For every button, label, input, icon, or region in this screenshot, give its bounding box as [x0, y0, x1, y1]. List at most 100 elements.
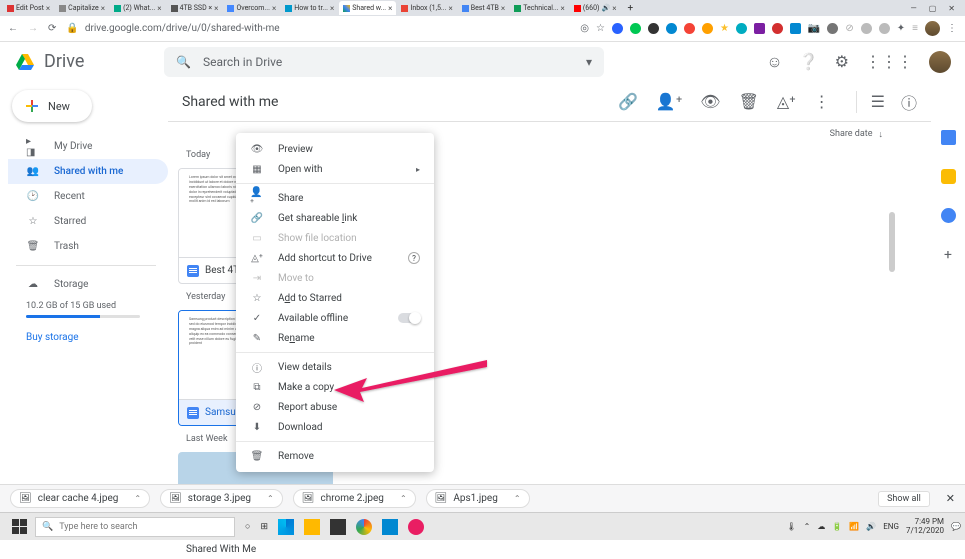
- search-input[interactable]: 🔍 Search in Drive ▾: [164, 47, 604, 77]
- sidebar-item-mydrive[interactable]: ▸ ◨My Drive: [8, 134, 168, 159]
- scrollbar[interactable]: [889, 212, 895, 272]
- ext-icon[interactable]: ⊘: [845, 23, 853, 34]
- offline-toggle[interactable]: [398, 313, 420, 323]
- ext-icon[interactable]: [702, 23, 713, 34]
- ext-icon[interactable]: [648, 23, 659, 34]
- browser-tab[interactable]: How to tr...×: [281, 1, 338, 15]
- tray-up-icon[interactable]: ⌃: [804, 522, 811, 531]
- ctx-share[interactable]: 👤⁺Share: [236, 188, 434, 208]
- drive-add-icon[interactable]: ◬⁺: [777, 92, 796, 111]
- ext-icon[interactable]: [684, 23, 695, 34]
- remove-icon[interactable]: 🗑: [739, 92, 759, 111]
- link-icon[interactable]: 🔗: [618, 92, 638, 111]
- drive-logo[interactable]: Drive: [14, 51, 164, 72]
- details-icon[interactable]: ⓘ: [901, 90, 917, 114]
- sidebar-item-storage[interactable]: ☁Storage: [8, 272, 168, 297]
- ext-icon[interactable]: [630, 23, 641, 34]
- explorer-icon[interactable]: [304, 519, 320, 535]
- browser-tab[interactable]: (660)🔊×: [570, 1, 621, 15]
- address-bar[interactable]: 🔒 drive.google.com/drive/u/0/shared-with…: [66, 23, 570, 34]
- ctx-remove[interactable]: 🗑Remove: [236, 446, 434, 466]
- help-icon[interactable]: ❔: [799, 52, 819, 71]
- new-tab-button[interactable]: +: [621, 3, 639, 14]
- browser-tab[interactable]: (2) What...×: [110, 1, 166, 15]
- store-icon[interactable]: [330, 519, 346, 535]
- chrome-icon[interactable]: [356, 519, 372, 535]
- chevron-up-icon[interactable]: ⌃: [400, 494, 407, 503]
- ext-icon[interactable]: [861, 23, 872, 34]
- chevron-up-icon[interactable]: ⌃: [514, 494, 521, 503]
- chevron-up-icon[interactable]: ⌃: [267, 494, 274, 503]
- forward-button[interactable]: →: [28, 23, 38, 34]
- star-icon[interactable]: ☆: [596, 23, 605, 34]
- sidebar-item-shared[interactable]: 👥Shared with me: [8, 159, 168, 184]
- browser-tab[interactable]: 4TB SSD ××: [167, 1, 223, 15]
- more-icon[interactable]: ⋮: [814, 92, 830, 111]
- ext-icon[interactable]: [666, 23, 677, 34]
- ext-icon[interactable]: ≡: [912, 23, 918, 34]
- ext-icon[interactable]: [754, 23, 765, 34]
- browser-tab[interactable]: Inbox (1,5...×: [397, 1, 456, 15]
- ext-icon[interactable]: 📷: [808, 23, 820, 34]
- share-icon[interactable]: 👤⁺: [656, 92, 682, 111]
- search-options-icon[interactable]: ▾: [586, 55, 592, 69]
- ext-icon[interactable]: ★: [720, 23, 729, 34]
- ctx-details[interactable]: ⓘView details: [236, 357, 434, 377]
- ctx-getlink[interactable]: 🔗Get shareable link: [236, 208, 434, 228]
- new-button[interactable]: New: [12, 90, 92, 122]
- app-icon[interactable]: [408, 519, 424, 535]
- ext-icon[interactable]: [827, 23, 838, 34]
- clock[interactable]: 7:49 PM7/12/2020: [906, 518, 944, 536]
- help-icon[interactable]: ?: [408, 252, 420, 264]
- cortana-icon[interactable]: ○: [245, 521, 250, 532]
- browser-tab[interactable]: Edit Post×: [3, 1, 54, 15]
- apps-icon[interactable]: ⋮⋮⋮: [865, 52, 913, 71]
- tray-icon[interactable]: 🌡: [786, 522, 796, 531]
- extensions-button[interactable]: ✦: [897, 23, 905, 34]
- preview-icon[interactable]: 👁: [700, 92, 720, 111]
- close-window-button[interactable]: ✕: [948, 4, 955, 13]
- onedrive-icon[interactable]: ☁: [817, 522, 825, 531]
- account-avatar[interactable]: [929, 51, 951, 73]
- ctx-rename[interactable]: ✎Rename: [236, 328, 434, 348]
- back-button[interactable]: ←: [8, 23, 18, 34]
- taskview-icon[interactable]: ⊞: [260, 522, 268, 532]
- download-chip[interactable]: 🖼chrome 2.jpeg⌃: [293, 489, 416, 508]
- ctx-preview[interactable]: 👁Preview: [236, 139, 434, 159]
- wifi-icon[interactable]: 📶: [849, 522, 859, 531]
- profile-button[interactable]: [925, 21, 940, 36]
- chevron-up-icon[interactable]: ⌃: [134, 494, 141, 503]
- settings-icon[interactable]: ⚙: [835, 52, 849, 71]
- calendar-icon[interactable]: [941, 130, 956, 145]
- sidebar-item-starred[interactable]: ☆Starred: [8, 209, 168, 234]
- close-downloads-button[interactable]: ✕: [946, 492, 955, 505]
- list-view-icon[interactable]: ☰: [871, 92, 885, 111]
- ext-icon[interactable]: [772, 23, 783, 34]
- maximize-button[interactable]: ▢: [929, 4, 937, 13]
- notifications-icon[interactable]: 💬: [951, 522, 961, 531]
- browser-tab[interactable]: Technical...×: [510, 1, 569, 15]
- ext-icon[interactable]: [736, 23, 747, 34]
- buy-storage-link[interactable]: Buy storage: [8, 332, 168, 343]
- app-icon[interactable]: [382, 519, 398, 535]
- battery-icon[interactable]: 🔋: [832, 522, 842, 531]
- language-indicator[interactable]: ENG: [883, 522, 899, 531]
- tasks-icon[interactable]: [941, 208, 956, 223]
- edge-icon[interactable]: [278, 519, 294, 535]
- ctx-offline[interactable]: ✓Available offline: [236, 308, 434, 328]
- download-chip[interactable]: 🖼storage 3.jpeg⌃: [160, 489, 283, 508]
- download-chip[interactable]: 🖼clear cache 4.jpeg⌃: [10, 489, 150, 508]
- sidebar-item-recent[interactable]: 🕑Recent: [8, 184, 168, 209]
- ext-icon[interactable]: [790, 23, 801, 34]
- start-button[interactable]: [12, 519, 27, 534]
- chrome-menu-button[interactable]: ⋮: [947, 23, 957, 34]
- browser-tab[interactable]: Best 4TB×: [458, 1, 509, 15]
- ext-icon[interactable]: [879, 23, 890, 34]
- ctx-openwith[interactable]: ▦Open with▸: [236, 159, 434, 179]
- ctx-addshortcut[interactable]: ◬⁺Add shortcut to Drive?: [236, 248, 434, 268]
- sidebar-item-trash[interactable]: 🗑Trash: [8, 234, 168, 259]
- keep-icon[interactable]: [941, 169, 956, 184]
- browser-tab[interactable]: Overcom...×: [223, 1, 280, 15]
- download-chip[interactable]: 🖼Aps1.jpeg⌃: [426, 489, 530, 508]
- ext-icon[interactable]: ◎: [580, 23, 589, 34]
